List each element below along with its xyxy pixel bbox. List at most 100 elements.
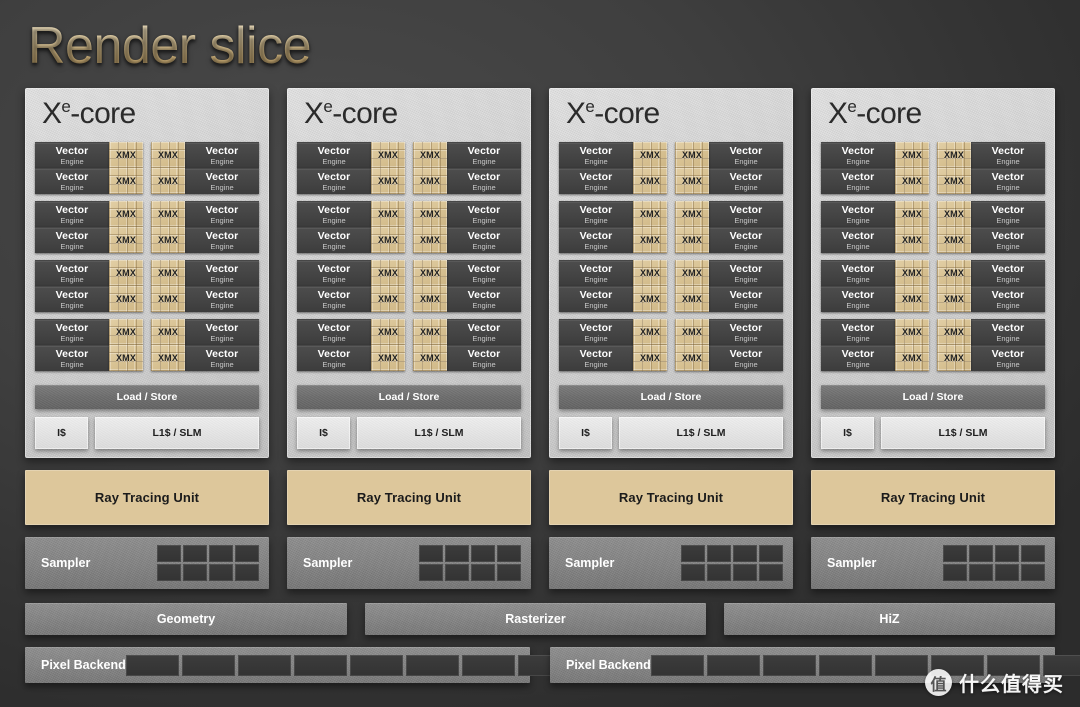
- xmx-block: XMX: [109, 227, 143, 253]
- vector-engine-title: Vector: [55, 230, 89, 242]
- l1-slm-block: L1$ / SLM: [95, 417, 259, 449]
- vector-engine-title: Vector: [55, 289, 89, 301]
- instruction-cache-block: I$: [559, 417, 612, 449]
- sampler-cell: [235, 564, 259, 581]
- sampler-cell: [707, 564, 731, 581]
- xmx-block: XMX: [633, 260, 667, 286]
- sampler-cell: [969, 564, 993, 581]
- xmx-label: XMX: [157, 294, 179, 304]
- vector-engine-title: Vector: [841, 322, 875, 334]
- vector-engine-column: Vector Engine Vector Engine: [185, 319, 259, 371]
- vector-engine-subtitle: Engine: [60, 333, 84, 343]
- xmx-column: XMX XMX: [633, 260, 667, 312]
- vector-engine-subtitle: Engine: [584, 182, 608, 192]
- pixel-backend-cell: [181, 654, 235, 676]
- xmx-label: XMX: [901, 353, 923, 363]
- vector-engine-grid: Vector Engine Vector Engine XMX XMX XMX XMX Vect…: [821, 142, 1045, 378]
- vector-engine-block: Vector Engine: [447, 319, 521, 345]
- vector-engine-subtitle: Engine: [584, 333, 608, 343]
- vector-engine-title: Vector: [205, 171, 239, 183]
- xmx-column: XMX XMX: [633, 319, 667, 371]
- xmx-label: XMX: [115, 176, 137, 186]
- xmx-column: XMX XMX: [937, 319, 971, 371]
- pixel-backend-cell: [706, 654, 760, 676]
- vector-engine-title: Vector: [55, 348, 89, 360]
- xmx-column: XMX XMX: [895, 142, 929, 194]
- xecore-logo-suffix: -core: [856, 97, 922, 130]
- xmx-label: XMX: [681, 209, 703, 219]
- vector-engine-block: Vector Engine: [297, 286, 371, 312]
- sampler-cell: [445, 545, 469, 562]
- vector-engine-column: Vector Engine Vector Engine: [297, 260, 371, 312]
- vector-engine-subtitle: Engine: [734, 156, 758, 166]
- vector-engine-block: Vector Engine: [185, 227, 259, 253]
- vector-engine-group: Vector Engine Vector Engine XMX XMX XMX XMX Vect…: [559, 142, 783, 194]
- vector-engine-subtitle: Engine: [472, 182, 496, 192]
- vector-engine-block: Vector Engine: [821, 260, 895, 286]
- sampler-cell: [209, 564, 233, 581]
- vector-engine-group: Vector Engine Vector Engine XMX XMX XMX XMX Vect…: [297, 142, 521, 194]
- xmx-block: XMX: [937, 227, 971, 253]
- vector-engine-title: Vector: [55, 322, 89, 334]
- xmx-column: XMX XMX: [371, 201, 405, 253]
- xmx-label: XMX: [115, 353, 137, 363]
- vector-engine-title: Vector: [317, 204, 351, 216]
- xmx-block: XMX: [895, 201, 929, 227]
- vector-engine-title: Vector: [205, 348, 239, 360]
- group-gap: [667, 142, 675, 194]
- vector-engine-column: Vector Engine Vector Engine: [297, 142, 371, 194]
- xecore-logo-suffix: -core: [70, 97, 136, 130]
- xmx-block: XMX: [413, 142, 447, 168]
- xmx-block: XMX: [633, 286, 667, 312]
- vector-engine-title: Vector: [317, 230, 351, 242]
- vector-engine-title: Vector: [579, 289, 613, 301]
- vector-engine-subtitle: Engine: [584, 215, 608, 225]
- vector-engine-block: Vector Engine: [35, 201, 109, 227]
- pixel-backend-cell-grid: [125, 654, 571, 676]
- xmx-block: XMX: [937, 286, 971, 312]
- vector-engine-group: Vector Engine Vector Engine XMX XMX XMX XMX Vect…: [35, 319, 259, 371]
- vector-engine-title: Vector: [317, 171, 351, 183]
- xmx-block: XMX: [109, 286, 143, 312]
- xmx-block: XMX: [937, 260, 971, 286]
- xecore-logo-suffix: -core: [332, 97, 398, 130]
- xmx-block: XMX: [895, 345, 929, 371]
- vector-engine-subtitle: Engine: [210, 333, 234, 343]
- vector-engine-subtitle: Engine: [210, 182, 234, 192]
- vector-engine-subtitle: Engine: [322, 300, 346, 310]
- xmx-column: XMX XMX: [937, 142, 971, 194]
- xmx-block: XMX: [895, 227, 929, 253]
- xmx-label: XMX: [157, 235, 179, 245]
- xmx-block: XMX: [151, 286, 185, 312]
- vector-engine-title: Vector: [579, 145, 613, 157]
- vector-engine-column: Vector Engine Vector Engine: [185, 142, 259, 194]
- sampler-cell: [471, 545, 495, 562]
- vector-engine-subtitle: Engine: [734, 274, 758, 284]
- vector-engine-title: Vector: [317, 348, 351, 360]
- vector-engine-subtitle: Engine: [60, 241, 84, 251]
- vector-engine-title: Vector: [841, 204, 875, 216]
- ray-tracing-unit-label: Ray Tracing Unit: [94, 490, 200, 505]
- vector-engine-subtitle: Engine: [584, 300, 608, 310]
- vector-engine-title: Vector: [205, 204, 239, 216]
- xmx-block: XMX: [413, 168, 447, 194]
- vector-engine-block: Vector Engine: [185, 319, 259, 345]
- xmx-block: XMX: [675, 168, 709, 194]
- xmx-block: XMX: [371, 227, 405, 253]
- vector-engine-column: Vector Engine Vector Engine: [297, 319, 371, 371]
- vector-engine-subtitle: Engine: [734, 300, 758, 310]
- sampler-block: Sampler: [287, 537, 531, 589]
- sampler-cell: [733, 564, 757, 581]
- group-gap: [405, 260, 413, 312]
- group-gap: [667, 319, 675, 371]
- xmx-column: XMX XMX: [633, 142, 667, 194]
- vector-engine-group: Vector Engine Vector Engine XMX XMX XMX XMX Vect…: [297, 319, 521, 371]
- xmx-label: XMX: [115, 235, 137, 245]
- xmx-block: XMX: [633, 201, 667, 227]
- vector-engine-column: Vector Engine Vector Engine: [709, 201, 783, 253]
- vector-engine-block: Vector Engine: [709, 260, 783, 286]
- vector-engine-subtitle: Engine: [846, 300, 870, 310]
- vector-engine-block: Vector Engine: [297, 201, 371, 227]
- pixel-backend-label: Pixel Backend: [41, 658, 126, 672]
- pixel-backend-cell: [237, 654, 291, 676]
